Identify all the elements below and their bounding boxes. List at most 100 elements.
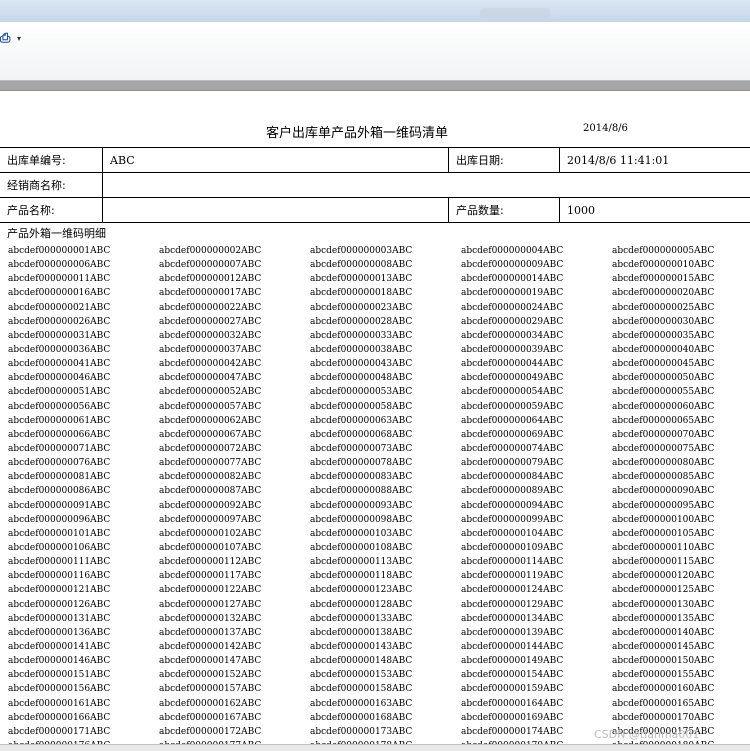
barcode-item: abcdef000000100ABC [612, 514, 715, 525]
barcode-item: abcdef000000027ABC [159, 316, 262, 327]
barcode-item: abcdef000000166ABC [8, 712, 111, 723]
barcode-item: abcdef000000017ABC [159, 288, 262, 299]
barcode-item: abcdef000000069ABC [461, 429, 564, 440]
barcode-item: abcdef000000142ABC [159, 641, 262, 652]
barcode-item: abcdef000000128ABC [310, 599, 413, 610]
barcode-item: abcdef000000169ABC [461, 712, 564, 723]
barcode-item: abcdef000000115ABC [612, 557, 715, 568]
barcode-item: abcdef000000043ABC [310, 359, 413, 370]
barcode-item: abcdef000000149ABC [461, 656, 564, 667]
barcode-item: abcdef000000005ABC [612, 246, 715, 256]
barcode-item: abcdef000000097ABC [159, 514, 262, 525]
barcode-item: abcdef000000134ABC [461, 613, 564, 624]
barcode-item: abcdef000000155ABC [612, 670, 715, 681]
barcode-item: abcdef000000087ABC [159, 486, 262, 497]
barcode-item: abcdef000000159ABC [461, 684, 564, 695]
header-row-order: 出库单编号: ABC 出库日期: 2014/8/6 11:41:01 [0, 148, 750, 173]
barcode-item: abcdef000000099ABC [461, 514, 564, 525]
barcode-item: abcdef000000111ABC [8, 557, 111, 568]
barcode-item: abcdef000000129ABC [461, 599, 564, 610]
barcode-item: abcdef000000133ABC [310, 613, 413, 624]
barcode-item: abcdef000000161ABC [8, 698, 111, 709]
barcode-item: abcdef000000157ABC [159, 684, 262, 695]
barcode-item: abcdef000000150ABC [612, 656, 715, 667]
barcode-item: abcdef000000126ABC [8, 599, 111, 610]
barcode-item: abcdef000000147ABC [159, 656, 262, 667]
barcode-item: abcdef000000004ABC [461, 246, 564, 256]
barcode-item: abcdef000000013ABC [310, 274, 413, 285]
barcode-item: abcdef000000058ABC [310, 401, 413, 412]
barcode-item: abcdef000000095ABC [612, 500, 715, 511]
product-qty-label: 产品数量: [456, 204, 504, 217]
barcode-item: abcdef000000075ABC [612, 443, 715, 454]
product-name-label: 产品名称: [7, 204, 55, 217]
barcode-item: abcdef000000034ABC [461, 330, 564, 341]
dealer-label: 经销商名称: [7, 179, 66, 192]
barcode-item: abcdef000000116ABC [8, 571, 111, 582]
barcode-item: abcdef000000146ABC [8, 656, 111, 667]
barcode-item: abcdef000000059ABC [461, 401, 564, 412]
barcode-item: abcdef000000092ABC [159, 500, 262, 511]
barcode-item: abcdef000000145ABC [612, 641, 715, 652]
barcode-item: abcdef000000153ABC [310, 670, 413, 681]
barcode-item: abcdef000000036ABC [8, 344, 111, 355]
product-name-value [103, 198, 448, 222]
barcode-item: abcdef000000113ABC [310, 557, 413, 568]
barcode-item: abcdef000000164ABC [461, 698, 564, 709]
barcode-item: abcdef000000065ABC [612, 415, 715, 426]
barcode-item: abcdef000000016ABC [8, 288, 111, 299]
barcode-item: abcdef000000031ABC [8, 330, 111, 341]
barcode-item: abcdef000000135ABC [612, 613, 715, 624]
barcode-item: abcdef000000012ABC [159, 274, 262, 285]
barcode-item: abcdef000000156ABC [8, 684, 111, 695]
barcode-item: abcdef000000152ABC [159, 670, 262, 681]
print-icon[interactable]: ⎙ [0, 31, 10, 46]
barcode-item: abcdef000000079ABC [461, 458, 564, 469]
barcode-item: abcdef000000138ABC [310, 627, 413, 638]
barcode-item: abcdef000000070ABC [612, 429, 715, 440]
barcode-item: abcdef000000174ABC [461, 726, 564, 737]
barcode-item: abcdef000000068ABC [310, 429, 413, 440]
barcode-item: abcdef000000054ABC [461, 387, 564, 398]
barcode-item: abcdef000000165ABC [612, 698, 715, 709]
barcode-item: abcdef000000015ABC [612, 274, 715, 285]
barcode-item: abcdef000000154ABC [461, 670, 564, 681]
barcode-item: abcdef000000006ABC [8, 260, 111, 271]
barcode-item: abcdef000000122ABC [159, 585, 262, 596]
barcode-item: abcdef000000102ABC [159, 528, 262, 539]
barcode-item: abcdef000000136ABC [8, 627, 111, 638]
barcode-item: abcdef000000032ABC [159, 330, 262, 341]
barcode-item: abcdef000000024ABC [461, 302, 564, 313]
barcode-item: abcdef000000085ABC [612, 472, 715, 483]
barcode-item: abcdef000000010ABC [612, 260, 715, 271]
barcode-item: abcdef000000009ABC [461, 260, 564, 271]
barcode-item: abcdef000000086ABC [8, 486, 111, 497]
barcode-item: abcdef000000078ABC [310, 458, 413, 469]
barcode-item: abcdef000000081ABC [8, 472, 111, 483]
barcode-item: abcdef000000001ABC [8, 246, 111, 256]
barcode-item: abcdef000000101ABC [8, 528, 111, 539]
dealer-value [103, 173, 750, 197]
barcode-item: abcdef000000110ABC [612, 542, 715, 553]
barcode-item: abcdef000000060ABC [612, 401, 715, 412]
barcode-item: abcdef000000144ABC [461, 641, 564, 652]
barcode-item: abcdef000000083ABC [310, 472, 413, 483]
chevron-down-icon[interactable]: ▾ [17, 34, 21, 43]
barcode-item: abcdef000000025ABC [612, 302, 715, 313]
barcode-item: abcdef000000028ABC [310, 316, 413, 327]
header-row-product: 产品名称: 产品数量: 1000 [0, 198, 750, 223]
barcode-item: abcdef000000104ABC [461, 528, 564, 539]
barcode-item: abcdef000000168ABC [310, 712, 413, 723]
barcode-item: abcdef000000107ABC [159, 542, 262, 553]
header-row-dealer: 经销商名称: [0, 173, 750, 198]
viewer-separator-bar [0, 81, 750, 91]
barcode-item: abcdef000000002ABC [159, 246, 262, 256]
barcode-item: abcdef000000061ABC [8, 415, 111, 426]
barcode-item: abcdef000000029ABC [461, 316, 564, 327]
barcode-item: abcdef000000119ABC [461, 571, 564, 582]
barcode-item: abcdef000000131ABC [8, 613, 111, 624]
barcode-item: abcdef000000118ABC [310, 571, 413, 582]
barcode-item: abcdef000000019ABC [461, 288, 564, 299]
barcode-item: abcdef000000021ABC [8, 302, 111, 313]
barcode-item: abcdef000000143ABC [310, 641, 413, 652]
